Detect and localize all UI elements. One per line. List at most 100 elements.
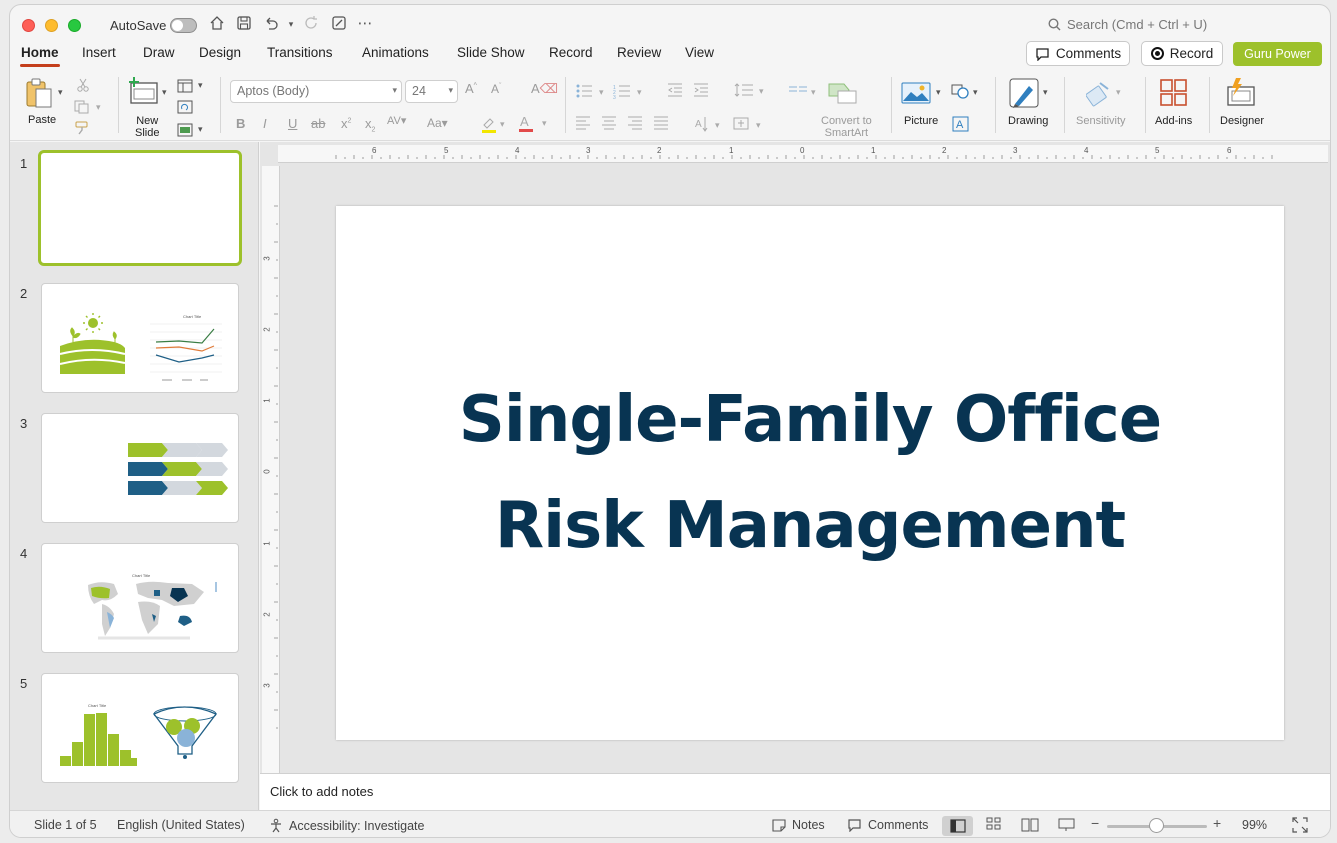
close-window-button[interactable] [22, 19, 35, 32]
tab-review[interactable]: Review [617, 45, 661, 60]
character-spacing-icon[interactable]: AV▾ [387, 114, 406, 127]
font-color-icon[interactable]: A ▾ [518, 114, 550, 135]
normal-view-button[interactable] [942, 816, 973, 836]
accessibility-status[interactable]: Accessibility: Investigate [269, 818, 424, 833]
slide-thumbnail-5[interactable]: Chart Title [41, 673, 239, 783]
current-slide[interactable]: Single-Family Office Risk Management [336, 206, 1284, 740]
paste-dropdown-icon[interactable]: ▾ [58, 87, 63, 98]
customize-icon[interactable] [330, 15, 348, 33]
tab-slide-show[interactable]: Slide Show [457, 45, 525, 60]
minimize-window-button[interactable] [45, 19, 58, 32]
new-slide-dropdown-icon[interactable]: ▾ [162, 87, 167, 98]
tab-animations[interactable]: Animations [362, 45, 429, 60]
font-name-dropdown-icon[interactable]: ▾ [392, 85, 397, 96]
vertical-ruler[interactable]: 3 2 1 0 1 2 3 [262, 166, 280, 773]
increase-font-size-icon[interactable]: A^ [465, 81, 477, 96]
more-options-icon[interactable]: ⋯ [356, 15, 374, 33]
copy-dropdown-icon[interactable]: ▾ [96, 102, 101, 113]
autosave-toggle[interactable] [170, 18, 197, 33]
zoom-in-button[interactable]: + [1213, 815, 1221, 831]
slide-thumbnail-4[interactable]: Chart Title [41, 543, 239, 653]
bold-icon[interactable]: B [236, 116, 245, 131]
decrease-indent-icon[interactable] [667, 83, 683, 100]
subscript-icon[interactable]: x2 [365, 116, 375, 134]
highlight-icon[interactable]: ▾ [480, 115, 508, 136]
redo-icon[interactable] [302, 15, 320, 33]
slide-thumbnail-2[interactable]: Chart Title [41, 283, 239, 393]
align-text-icon[interactable]: ▾ [732, 115, 766, 136]
format-painter-icon[interactable] [74, 121, 90, 138]
language-indicator[interactable]: English (United States) [117, 818, 245, 832]
section-dropdown-icon[interactable]: ▾ [198, 124, 203, 135]
superscript-icon[interactable]: x2 [341, 116, 351, 131]
columns-icon[interactable]: ▾ [787, 83, 821, 102]
home-icon[interactable] [208, 15, 226, 33]
search-box[interactable]: Search (Cmd + Ctrl + U) [1048, 17, 1207, 32]
bullets-icon[interactable]: ▾ [575, 83, 611, 102]
tab-home[interactable]: Home [20, 45, 60, 67]
align-left-icon[interactable] [575, 116, 591, 133]
justify-icon[interactable] [653, 116, 669, 133]
drawing-icon[interactable] [1009, 78, 1041, 113]
increase-indent-icon[interactable] [693, 83, 709, 100]
copy-icon[interactable] [74, 100, 90, 117]
tab-transitions[interactable]: Transitions [267, 45, 333, 60]
new-slide-icon[interactable] [128, 77, 160, 110]
slide-thumbnail-3[interactable] [41, 413, 239, 523]
guru-power-button[interactable]: Guru Power [1233, 42, 1322, 66]
clear-formatting-icon[interactable]: A⌫ [531, 81, 558, 97]
notes-pane[interactable]: Click to add notes [260, 773, 1330, 810]
notes-button[interactable]: Notes [772, 818, 825, 832]
convert-to-smartart-icon[interactable] [826, 81, 858, 108]
align-center-icon[interactable] [601, 116, 617, 133]
picture-dropdown-icon[interactable]: ▾ [936, 87, 941, 98]
zoom-level[interactable]: 99% [1242, 818, 1267, 832]
cut-icon[interactable] [76, 78, 90, 95]
align-right-icon[interactable] [627, 116, 643, 133]
section-icon[interactable] [177, 123, 193, 140]
reset-icon[interactable] [177, 100, 193, 117]
maximize-window-button[interactable] [68, 19, 81, 32]
horizontal-ruler[interactable]: 6 5 4 3 2 1 0 1 2 3 4 5 6 [278, 145, 1328, 163]
undo-dropdown-icon[interactable]: ▾ [282, 15, 300, 33]
zoom-out-button[interactable]: − [1091, 815, 1099, 831]
designer-icon[interactable] [1225, 77, 1257, 110]
sensitivity-dropdown-icon[interactable]: ▾ [1116, 87, 1121, 98]
status-comments-button[interactable]: Comments [847, 818, 928, 832]
record-button[interactable]: Record [1141, 41, 1223, 66]
slide-thumbnail-1[interactable] [38, 150, 242, 266]
strikethrough-icon[interactable]: ab [311, 116, 325, 131]
slide-title[interactable]: Single-Family Office Risk Management [459, 367, 1162, 579]
reading-view-button[interactable] [1021, 817, 1039, 835]
paste-icon[interactable] [24, 77, 54, 112]
italic-icon[interactable]: I [263, 116, 267, 131]
comments-button[interactable]: Comments [1026, 41, 1130, 66]
zoom-slider-thumb[interactable] [1149, 818, 1164, 833]
font-size-dropdown-icon[interactable]: ▾ [448, 85, 453, 96]
layout-dropdown-icon[interactable]: ▾ [198, 80, 203, 91]
save-icon[interactable] [235, 15, 253, 33]
undo-icon[interactable] [262, 15, 280, 33]
fit-to-window-button[interactable] [1292, 817, 1308, 836]
change-case-icon[interactable]: Aa▾ [427, 116, 448, 130]
tab-insert[interactable]: Insert [82, 45, 116, 60]
decrease-font-size-icon[interactable]: Aˇ [491, 82, 501, 96]
line-spacing-icon[interactable]: ▾ [734, 82, 768, 101]
font-size-field[interactable]: 24 ▾ [405, 80, 458, 103]
picture-icon[interactable] [901, 81, 931, 108]
text-box-icon[interactable]: A [952, 116, 970, 135]
tab-design[interactable]: Design [199, 45, 241, 60]
numbering-icon[interactable]: 1 2 3 ▾ [613, 83, 649, 102]
underline-icon[interactable]: U [288, 116, 297, 131]
layout-icon[interactable] [177, 79, 193, 96]
slide-sorter-view-button[interactable] [986, 817, 1002, 835]
tab-record[interactable]: Record [549, 45, 593, 60]
add-ins-icon[interactable] [1160, 79, 1188, 110]
shapes-icon[interactable]: ▾ [951, 83, 981, 102]
tab-view[interactable]: View [685, 45, 714, 60]
slide-show-view-button[interactable] [1058, 817, 1075, 835]
sensitivity-icon[interactable] [1085, 79, 1112, 110]
drawing-dropdown-icon[interactable]: ▾ [1043, 87, 1048, 98]
font-name-field[interactable]: Aptos (Body) ▾ [230, 80, 402, 103]
text-direction-icon[interactable]: A ▾ [695, 115, 725, 136]
